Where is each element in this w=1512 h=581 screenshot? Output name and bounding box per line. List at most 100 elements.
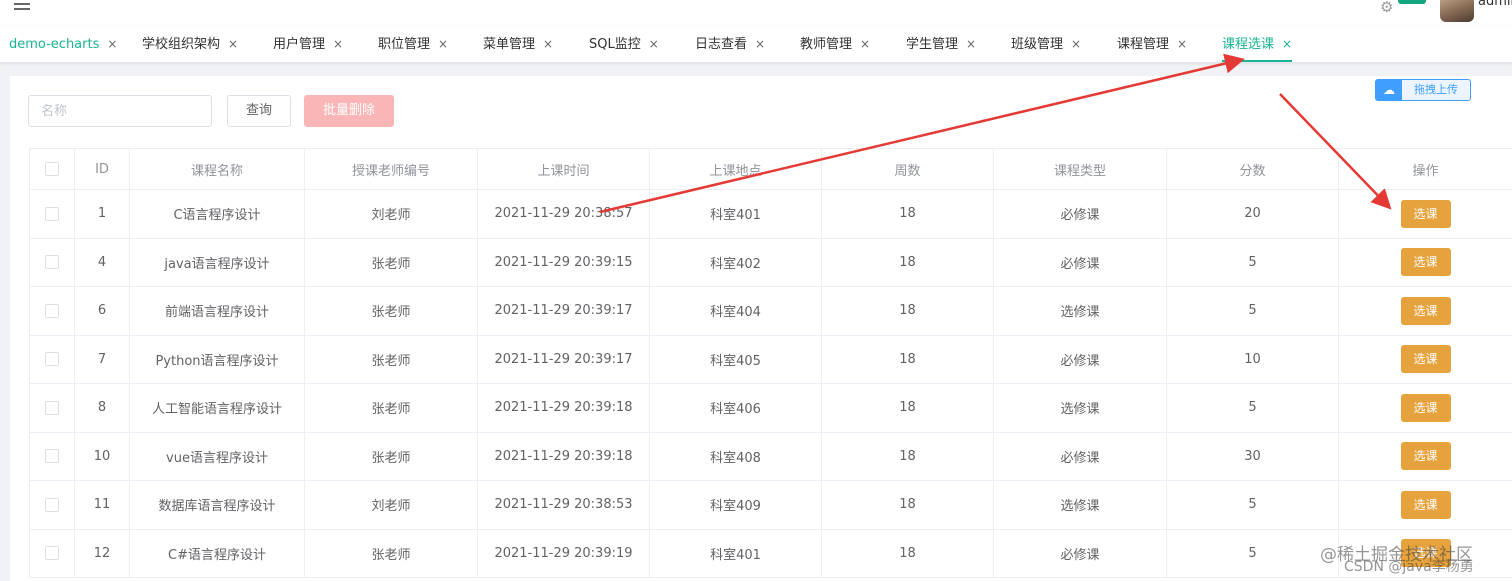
row-checkbox[interactable]: [45, 497, 59, 512]
cell-score: 5: [1166, 528, 1339, 578]
tab-label: 职位管理: [378, 37, 431, 52]
main-card: 查询 批量删除 ☁ 拖拽上传 ID 课程名称 授课老师编号 上课时间 上课地点 …: [10, 76, 1512, 581]
column-header: 课程名称: [129, 148, 305, 190]
row-checkbox[interactable]: [45, 400, 59, 415]
cell-teacher: 张老师: [304, 383, 478, 433]
cell-type: 选修课: [993, 286, 1167, 336]
select-course-button[interactable]: 选课: [1400, 442, 1451, 471]
cell-score: 5: [1166, 383, 1339, 433]
select-all-checkbox[interactable]: [45, 162, 59, 176]
tab-item[interactable]: 用户管理 ×: [273, 26, 343, 62]
close-icon[interactable]: ×: [966, 37, 976, 51]
close-icon[interactable]: ×: [228, 37, 238, 51]
close-icon[interactable]: ×: [860, 37, 870, 51]
cell-name: C#语言程序设计: [129, 528, 305, 578]
username[interactable]: admin: [1478, 0, 1512, 9]
select-course-button[interactable]: 选课: [1400, 199, 1451, 228]
cell-type: 必修课: [993, 431, 1167, 481]
close-icon[interactable]: ×: [1071, 37, 1081, 51]
batch-delete-button[interactable]: 批量删除: [304, 95, 394, 127]
cell-weeks: 18: [821, 334, 994, 384]
select-course-button[interactable]: 选课: [1400, 296, 1451, 325]
column-header: 操作: [1338, 148, 1512, 190]
cell-teacher: 张老师: [304, 528, 478, 578]
row-checkbox[interactable]: [45, 546, 59, 561]
cell-weeks: 18: [821, 189, 994, 239]
row-select-cell: [29, 237, 75, 287]
tab-item[interactable]: 学校组织架构 ×: [142, 26, 238, 62]
table-row: 7 Python语言程序设计 张老师 2021-11-29 20:39:17 科室405…: [29, 334, 1512, 384]
select-all-cell: [29, 148, 75, 190]
close-icon[interactable]: ×: [755, 37, 765, 51]
cell-teacher: 张老师: [304, 334, 478, 384]
row-select-cell: [29, 480, 75, 530]
cell-id: 8: [74, 383, 130, 433]
close-icon[interactable]: ×: [438, 37, 448, 51]
cell-teacher: 刘老师: [304, 480, 478, 530]
close-icon[interactable]: ×: [1282, 37, 1292, 51]
cell-action: 选课: [1338, 480, 1512, 530]
row-checkbox[interactable]: [45, 352, 59, 367]
row-checkbox[interactable]: [45, 303, 59, 318]
close-icon[interactable]: ×: [649, 37, 659, 51]
cell-name: vue语言程序设计: [129, 431, 305, 481]
cell-name: Python语言程序设计: [129, 334, 305, 384]
cell-action: 选课: [1338, 334, 1512, 384]
drag-upload-button[interactable]: ☁ 拖拽上传: [1375, 79, 1471, 101]
close-icon[interactable]: ×: [107, 37, 117, 51]
cell-score: 10: [1166, 334, 1339, 384]
tab-item[interactable]: SQL监控 ×: [589, 26, 659, 62]
cell-time: 2021-11-29 20:38:57: [477, 189, 650, 239]
tab-item[interactable]: 日志查看 ×: [695, 26, 765, 62]
cell-place: 科室405: [649, 334, 822, 384]
table-row: 12 C#语言程序设计 张老师 2021-11-29 20:39:19 科室401 18 必…: [29, 528, 1512, 578]
tab-label: 班级管理: [1011, 37, 1064, 52]
cell-type: 选修课: [993, 383, 1167, 433]
tab-item[interactable]: 课程管理 ×: [1117, 26, 1187, 62]
select-course-button[interactable]: 选课: [1400, 490, 1451, 519]
cell-name: 人工智能语言程序设计: [129, 383, 305, 433]
tab-item[interactable]: 学生管理 ×: [906, 26, 976, 62]
cell-weeks: 18: [821, 237, 994, 287]
status-badge: [1398, 0, 1426, 4]
row-checkbox[interactable]: [45, 449, 59, 464]
cell-place: 科室409: [649, 480, 822, 530]
select-course-button[interactable]: 选课: [1400, 345, 1451, 374]
column-header: ID: [74, 148, 130, 190]
row-checkbox[interactable]: [45, 255, 59, 270]
cell-type: 必修课: [993, 334, 1167, 384]
cell-score: 30: [1166, 431, 1339, 481]
tab-item[interactable]: 班级管理 ×: [1011, 26, 1081, 62]
tab-item[interactable]: 职位管理 ×: [378, 26, 448, 62]
tab-label: 学生管理: [906, 37, 959, 52]
tab-label: 学校组织架构: [142, 37, 221, 52]
tab-item[interactable]: 教师管理 ×: [800, 26, 870, 62]
tab-label: 日志查看: [695, 37, 748, 52]
cell-place: 科室408: [649, 431, 822, 481]
tab-item[interactable]: 课程选课 ×: [1222, 26, 1293, 62]
avatar[interactable]: [1440, 0, 1474, 22]
tab-item[interactable]: 菜单管理 ×: [483, 26, 553, 62]
cell-teacher: 张老师: [304, 286, 478, 336]
column-header: 上课地点: [649, 148, 822, 190]
table-row: 4 java语言程序设计 张老师 2021-11-29 20:39:15 科室402 18…: [29, 237, 1512, 287]
query-button[interactable]: 查询: [227, 95, 291, 127]
row-checkbox[interactable]: [45, 206, 59, 221]
cell-time: 2021-11-29 20:39:18: [477, 431, 650, 481]
gear-icon[interactable]: ⚙: [1380, 0, 1396, 16]
cell-place: 科室406: [649, 383, 822, 433]
tab-item[interactable]: demo-echarts ×: [9, 26, 117, 62]
tab-label: demo-echarts: [9, 37, 100, 52]
close-icon[interactable]: ×: [333, 37, 343, 51]
select-course-button[interactable]: 选课: [1400, 393, 1451, 422]
cell-name: java语言程序设计: [129, 237, 305, 287]
close-icon[interactable]: ×: [1177, 37, 1187, 51]
cloud-upload-icon: ☁: [1376, 80, 1402, 100]
row-select-cell: [29, 528, 75, 578]
menu-toggle-icon[interactable]: [14, 0, 30, 12]
close-icon[interactable]: ×: [543, 37, 553, 51]
cell-id: 6: [74, 286, 130, 336]
search-input[interactable]: [28, 95, 212, 127]
cell-score: 20: [1166, 189, 1339, 239]
select-course-button[interactable]: 选课: [1400, 248, 1451, 277]
